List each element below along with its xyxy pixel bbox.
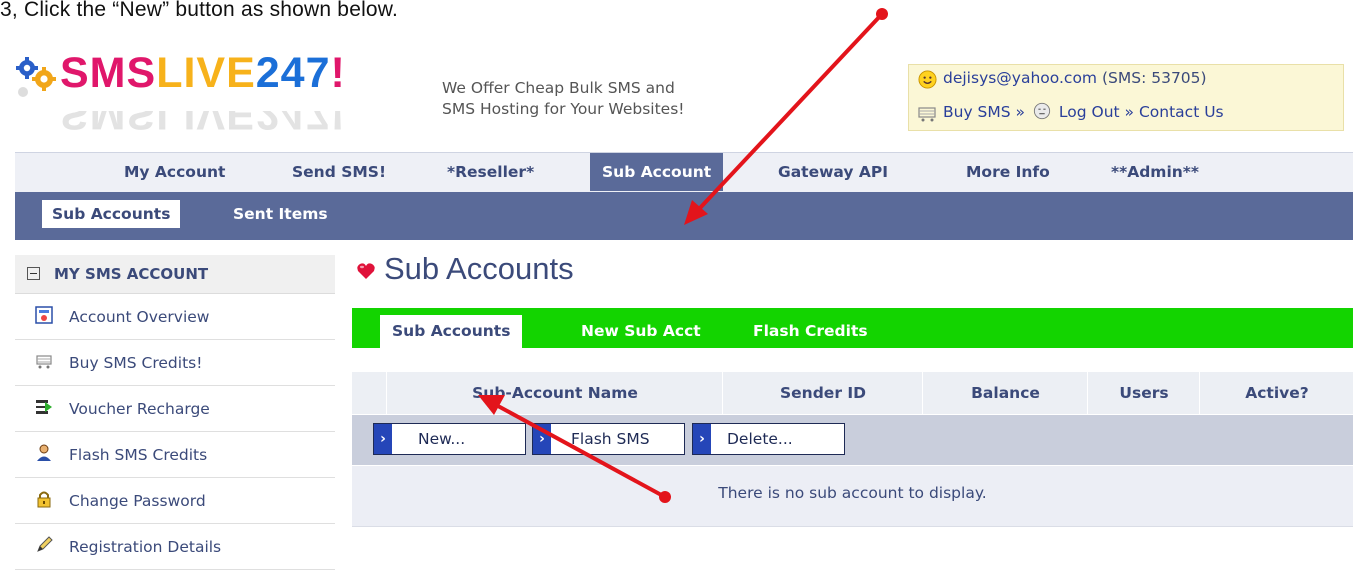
- smiley-icon: [918, 70, 937, 89]
- column-sub-account-name[interactable]: Sub-Account Name: [386, 372, 723, 414]
- instruction-text: 3, Click the “New” button as shown below…: [0, 0, 399, 21]
- sidebar-item-account-overview[interactable]: Account Overview: [15, 294, 335, 340]
- sidebar-header[interactable]: MY SMS ACCOUNT: [15, 255, 335, 294]
- sidebar: MY SMS ACCOUNT Account Overview Buy SMS …: [15, 255, 335, 570]
- sidebar-item-registration-details[interactable]: Registration Details: [15, 524, 335, 570]
- sidebar-item-label: Change Password: [69, 491, 206, 510]
- user-email[interactable]: dejisys@yahoo.com: [943, 69, 1097, 87]
- cart-icon: [918, 107, 936, 122]
- log-out-link[interactable]: Log Out »: [1059, 103, 1134, 121]
- tab-admin[interactable]: **Admin**: [1111, 153, 1199, 191]
- tab-reseller[interactable]: *Reseller*: [447, 153, 534, 191]
- tab-send-sms[interactable]: Send SMS!: [292, 153, 386, 191]
- delete-button[interactable]: › Delete...: [692, 423, 845, 455]
- table-toolbar: › New... › Flash SMS › Delete...: [352, 415, 1353, 466]
- column-active[interactable]: Active?: [1199, 372, 1353, 414]
- sidebar-item-change-password[interactable]: Change Password: [15, 478, 335, 524]
- sidebar-item-label: Flash SMS Credits: [69, 445, 208, 464]
- top-navigation: My Account Send SMS! *Reseller* Sub Acco…: [15, 152, 1353, 193]
- sidebar-item-label: Account Overview: [69, 307, 210, 326]
- contact-us-link[interactable]: Contact Us: [1139, 103, 1224, 121]
- pencil-icon: [37, 535, 53, 552]
- chevron-right-icon: ›: [374, 424, 392, 454]
- sidebar-item-label: Voucher Recharge: [69, 399, 210, 418]
- sidebar-item-label: Registration Details: [69, 537, 222, 556]
- user-links: Buy SMS » Log Out » Contact Us: [943, 102, 1224, 121]
- brand-tagline: We Offer Cheap Bulk SMS and SMS Hosting …: [442, 79, 685, 118]
- chevron-right-icon: ›: [533, 424, 551, 454]
- sub-accounts-table: Sub-Account Name Sender ID Balance Users…: [352, 372, 1353, 527]
- sidebar-header-label: MY SMS ACCOUNT: [54, 265, 209, 283]
- chevron-right-icon: ›: [693, 424, 711, 454]
- column-balance[interactable]: Balance: [922, 372, 1088, 414]
- sms-balance: (SMS: 53705): [1101, 69, 1207, 87]
- column-sender-id[interactable]: Sender ID: [722, 372, 923, 414]
- user-icon: [37, 444, 51, 461]
- flash-sms-button[interactable]: › Flash SMS: [532, 423, 685, 455]
- user-account-line: dejisys@yahoo.com (SMS: 53705): [943, 69, 1207, 87]
- sidebar-item-voucher-recharge[interactable]: Voucher Recharge: [15, 386, 335, 432]
- tab-flash-credits[interactable]: Flash Credits: [753, 315, 868, 348]
- delete-button-label: Delete...: [727, 430, 793, 448]
- tab-sub-account[interactable]: Sub Account: [590, 153, 724, 191]
- cart-icon: [36, 354, 52, 368]
- new-button[interactable]: › New...: [373, 423, 526, 455]
- tab-gateway-api[interactable]: Gateway API: [778, 153, 888, 191]
- sub-navigation: Sub Accounts Sent Items: [15, 192, 1353, 240]
- table-header: Sub-Account Name Sender ID Balance Users…: [352, 372, 1353, 415]
- brand-wordmark: SMSLIVE247!: [60, 49, 346, 97]
- sidebar-item-flash-sms-credits[interactable]: Flash SMS Credits: [15, 432, 335, 478]
- subnav-sub-accounts[interactable]: Sub Accounts: [42, 200, 181, 228]
- new-button-label: New...: [418, 430, 466, 448]
- buy-sms-link[interactable]: Buy SMS »: [943, 103, 1025, 121]
- tab-sub-accounts[interactable]: Sub Accounts: [380, 315, 523, 348]
- subnav-sent-items[interactable]: Sent Items: [223, 200, 338, 228]
- logout-face-icon: [1033, 102, 1051, 120]
- brand-logo[interactable]: SMSLIVE247! SMSLIVE247!: [15, 49, 445, 143]
- tab-new-sub-acct[interactable]: New Sub Acct: [581, 315, 701, 348]
- sidebar-item-buy-sms-credits[interactable]: Buy SMS Credits!: [15, 340, 335, 386]
- report-icon: [35, 305, 53, 324]
- collapse-icon[interactable]: [27, 267, 40, 280]
- lock-icon: [37, 491, 51, 507]
- recharge-icon: [36, 399, 52, 414]
- user-info-box: dejisys@yahoo.com (SMS: 53705) Buy SMS »…: [908, 64, 1344, 131]
- heart-icon: [357, 263, 375, 279]
- page-title-text: Sub Accounts: [384, 251, 574, 286]
- flash-sms-button-label: Flash SMS: [571, 430, 650, 448]
- column-users[interactable]: Users: [1087, 372, 1200, 414]
- empty-state: There is no sub account to display.: [352, 466, 1353, 527]
- sidebar-item-label: Buy SMS Credits!: [69, 353, 203, 372]
- tab-my-account[interactable]: My Account: [124, 153, 225, 191]
- gears-icon: [16, 57, 56, 97]
- empty-state-message: There is no sub account to display.: [718, 484, 987, 502]
- section-tabs: Sub Accounts New Sub Acct Flash Credits: [352, 308, 1353, 348]
- tab-more-info[interactable]: More Info: [966, 153, 1050, 191]
